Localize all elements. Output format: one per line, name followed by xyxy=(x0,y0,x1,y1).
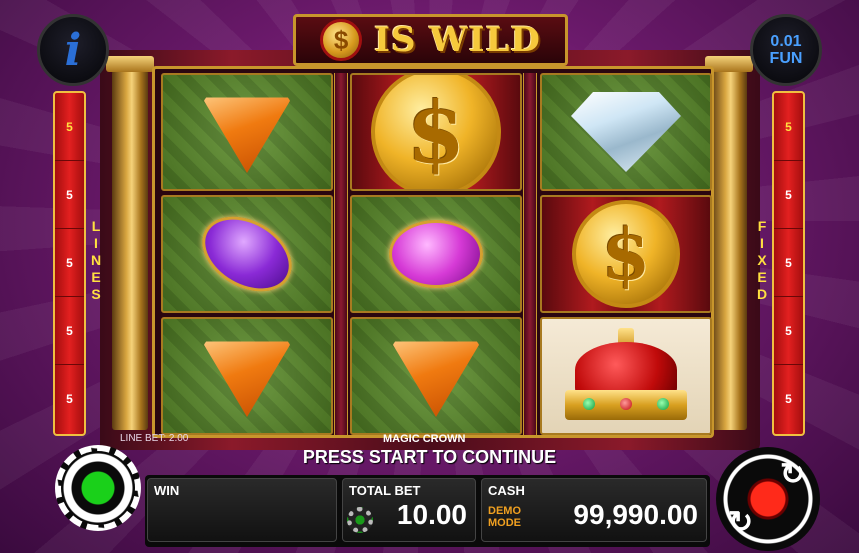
title-coin-icon: $ xyxy=(320,19,363,61)
payline-indicator[interactable]: 5 xyxy=(774,297,803,365)
spin-button[interactable]: ↻ ↻ xyxy=(716,447,820,551)
payline-indicator[interactable]: 5 xyxy=(774,161,803,229)
orange-gem-icon xyxy=(199,88,295,176)
fixed-label: FIXED xyxy=(756,218,768,302)
reel-symbol-pink-gem xyxy=(350,195,522,313)
paylines-bar-right: 5 5 5 5 5 xyxy=(772,91,805,436)
cash-label: CASH xyxy=(488,483,525,498)
line-bet-text: LINE BET: 2.00 xyxy=(120,433,189,444)
denomination-value: 0.01 xyxy=(770,33,802,50)
win-display: WIN xyxy=(147,478,337,542)
pink-gem-icon xyxy=(389,220,483,288)
reel-divider xyxy=(334,73,348,435)
orange-gem-icon xyxy=(388,332,484,420)
payline-indicator[interactable]: 5 xyxy=(774,93,803,161)
denomination-button[interactable]: 0.01 FUN xyxy=(750,14,822,86)
payline-indicator[interactable]: 5 xyxy=(55,93,84,161)
game-name-text: MAGIC CROWN xyxy=(383,433,466,445)
reel-symbol-orange-gem xyxy=(350,317,522,435)
denomination-currency: FUN xyxy=(769,50,803,67)
demo-mode-label: DEMO MODE xyxy=(488,505,521,529)
payline-indicator[interactable]: 5 xyxy=(774,229,803,297)
purple-gem-icon xyxy=(188,201,306,307)
dollar-coin-icon: $ xyxy=(572,200,680,308)
reel-symbol-dollar-coin: $ xyxy=(350,73,522,191)
reel-divider xyxy=(523,73,537,435)
paylines-bar-left: 5 5 5 5 5 xyxy=(53,91,86,436)
dollar-coin-icon: $ xyxy=(371,75,501,189)
total-bet-value: 10.00 xyxy=(396,499,467,530)
cash-display: CASH DEMO MODE 99,990.00 xyxy=(481,478,707,542)
reel-symbol-purple-gem xyxy=(161,195,333,313)
reel-symbol-orange-gem xyxy=(161,73,333,191)
total-bet-display[interactable]: TOTAL BET 10.00 xyxy=(342,478,476,542)
reel-symbol-orange-gem xyxy=(161,317,333,435)
win-label: WIN xyxy=(154,483,180,498)
reel-1 xyxy=(161,73,333,435)
spin-arrow-bottom-icon: ↻ xyxy=(728,506,754,539)
game-title-banner: $ IS WILD xyxy=(293,14,568,66)
left-gold-pillar xyxy=(106,56,154,430)
spin-arrow-top-icon: ↻ xyxy=(780,458,806,491)
reel-symbol-crown xyxy=(540,317,712,435)
payline-indicator[interactable]: 5 xyxy=(55,365,84,433)
payline-indicator[interactable]: 5 xyxy=(55,229,84,297)
reel-window: $ $ xyxy=(152,66,714,438)
lines-label: LINES xyxy=(90,218,102,302)
reel-3: $ xyxy=(540,73,712,435)
payline-indicator[interactable]: 5 xyxy=(55,297,84,365)
total-bet-label: TOTAL BET xyxy=(349,483,421,498)
orange-gem-icon xyxy=(199,332,295,420)
reel-symbol-diamond xyxy=(540,73,712,191)
right-gold-pillar xyxy=(705,56,753,430)
settings-gear-button[interactable] xyxy=(55,445,141,531)
reel-2: $ xyxy=(350,73,522,435)
title-text: IS WILD xyxy=(374,20,541,60)
diamond-icon xyxy=(571,92,681,172)
payline-indicator[interactable]: 5 xyxy=(55,161,84,229)
info-button[interactable]: i xyxy=(37,14,109,86)
payline-indicator[interactable]: 5 xyxy=(774,365,803,433)
crown-icon xyxy=(561,328,691,424)
cash-value: 99,990.00 xyxy=(573,499,698,530)
reel-symbol-dollar-coin: $ xyxy=(540,195,712,313)
bet-settings-gear-icon[interactable] xyxy=(347,507,373,533)
